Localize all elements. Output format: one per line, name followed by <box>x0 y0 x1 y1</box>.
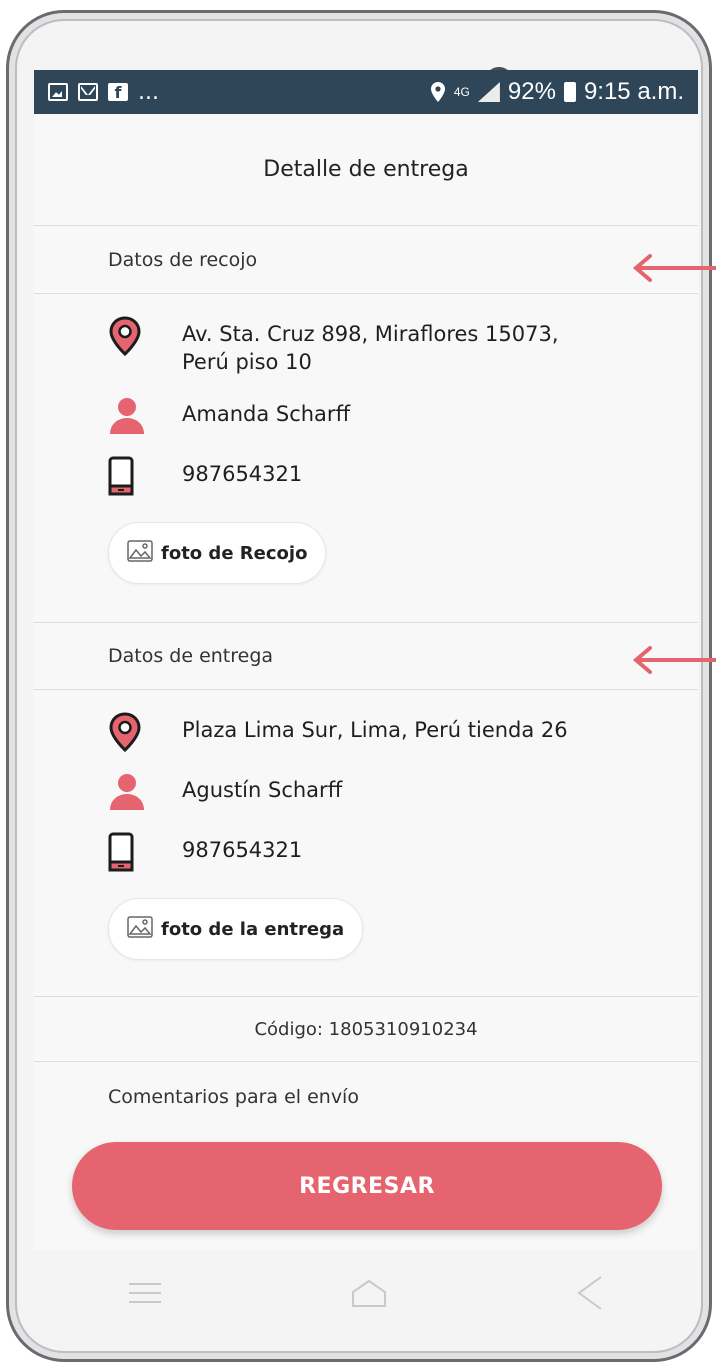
menu-icon[interactable] <box>127 1280 163 1310</box>
battery-percent: 92% <box>507 78 556 105</box>
pickup-photo-label: foto de Recojo <box>161 542 308 564</box>
delivery-name: Agustín Scharff <box>182 778 343 802</box>
delivery-photo-button[interactable]: foto de la entrega <box>108 898 364 960</box>
location-status-icon <box>430 82 445 102</box>
delivery-address-row: Plaza Lima Sur, Lima, Perú tienda 26 <box>108 712 698 752</box>
facebook-notification-icon: f <box>108 83 128 101</box>
pickup-address-row: Av. Sta. Cruz 898, Miraflores 15073, Per… <box>108 316 698 376</box>
pickup-photo-button[interactable]: foto de Recojo <box>108 522 327 584</box>
pickup-address: Av. Sta. Cruz 898, Miraflores 15073, Per… <box>182 322 559 374</box>
image-icon <box>127 539 153 567</box>
system-navigation-bar <box>34 1250 698 1340</box>
person-icon <box>108 396 148 436</box>
phone-screen: f ... 4G 92% 9:15 a.m. Detalle de entreg… <box>34 70 698 1250</box>
delivery-name-row: Agustín Scharff <box>108 772 698 812</box>
home-icon[interactable] <box>349 1278 389 1312</box>
pickup-phone-row: 987654321 <box>108 456 698 496</box>
pickup-section-title: Datos de recojo <box>34 226 698 294</box>
delivery-phone: 987654321 <box>182 838 303 862</box>
page-title: Detalle de entrega <box>34 114 698 226</box>
gallery-notification-icon <box>48 83 68 101</box>
mobile-phone-icon <box>108 832 148 872</box>
delivery-photo-label: foto de la entrega <box>161 918 345 940</box>
pickup-details: Av. Sta. Cruz 898, Miraflores 15073, Per… <box>34 294 698 622</box>
comments-label: Comentarios para el envío <box>108 1086 359 1108</box>
pickup-name: Amanda Scharff <box>182 402 351 426</box>
pickup-phone: 987654321 <box>182 462 303 486</box>
back-icon[interactable] <box>575 1275 605 1315</box>
delivery-phone-row: 987654321 <box>108 832 698 872</box>
delivery-address: Plaza Lima Sur, Lima, Perú tienda 26 <box>182 718 568 742</box>
delivery-code: Código: 1805310910234 <box>34 996 698 1062</box>
image-icon <box>127 915 153 943</box>
person-icon <box>108 772 148 812</box>
location-pin-icon <box>108 712 148 752</box>
delivery-section-title: Datos de entrega <box>34 622 698 690</box>
more-notifications: ... <box>138 79 159 105</box>
signal-icon <box>477 82 500 102</box>
status-bar: f ... 4G 92% 9:15 a.m. <box>34 70 698 114</box>
delivery-details: Plaza Lima Sur, Lima, Perú tienda 26 Agu… <box>34 690 698 996</box>
network-type: 4G <box>453 85 470 99</box>
battery-icon <box>563 82 576 102</box>
arrow-left-icon <box>632 254 716 282</box>
clock: 9:15 a.m. <box>583 78 684 105</box>
back-button[interactable]: REGRESAR <box>72 1142 662 1230</box>
arrow-left-icon <box>632 646 716 674</box>
location-pin-icon <box>108 316 148 356</box>
mail-notification-icon <box>78 83 98 101</box>
pickup-name-row: Amanda Scharff <box>108 396 698 436</box>
mobile-phone-icon <box>108 456 148 496</box>
